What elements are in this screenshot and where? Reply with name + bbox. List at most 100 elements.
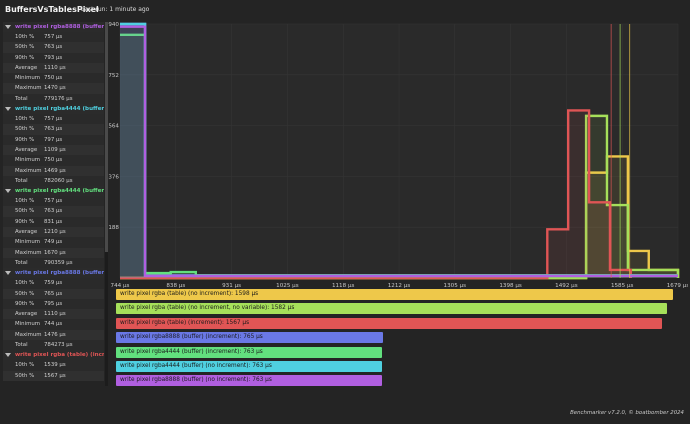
- collapse-triangle-icon[interactable]: [5, 25, 11, 29]
- stat-row: 50th % 763 µs: [3, 124, 104, 135]
- collapse-triangle-icon[interactable]: [5, 189, 11, 194]
- stat-row: Maximum 1470 µs: [3, 83, 104, 94]
- stat-label: Minimum: [15, 321, 40, 328]
- stats-group: write pixel rgba8888 (buffer) (no... 10th…: [3, 22, 104, 105]
- stat-label: Minimum: [15, 239, 40, 246]
- stat-label: Average: [15, 311, 38, 318]
- stat-row: Average 1110 µs: [3, 62, 104, 74]
- result-bar: write pixel rgba8888 (buffer) (no increm…: [116, 375, 382, 387]
- header-bar: BuffersVsTablesPixel Last run: 1 minute …: [0, 0, 690, 20]
- stat-value: 763 µs: [44, 208, 63, 215]
- stat-label: 50th %: [15, 290, 35, 297]
- stat-label: Average: [15, 64, 38, 71]
- stat-label: 10th %: [15, 198, 35, 205]
- stat-value: 750 µs: [44, 157, 63, 164]
- stat-value: 795 µs: [44, 300, 63, 307]
- stat-value: 1110 µs: [44, 64, 66, 71]
- stat-row: Average 1210 µs: [3, 227, 104, 238]
- stat-value: 1109 µs: [44, 146, 66, 153]
- stat-value: 749 µs: [44, 239, 63, 246]
- stat-label: Total: [15, 177, 28, 184]
- stat-value: 782060 µs: [44, 177, 73, 184]
- stat-value: 797 µs: [44, 136, 63, 143]
- stat-label: 90th %: [15, 136, 35, 143]
- stats-group-header[interactable]: write pixel rgba4444 (buffer) (no...: [3, 104, 104, 115]
- stat-value: 1670 µs: [44, 249, 66, 256]
- stat-value: 793 µs: [44, 54, 63, 61]
- y-tick-label: 752: [108, 73, 119, 79]
- collapse-triangle-icon[interactable]: [5, 107, 11, 112]
- stat-label: Average: [15, 229, 38, 236]
- last-run-status: Last run: 1 minute ago: [81, 6, 150, 13]
- stat-row: Total 782060 µs: [3, 175, 104, 187]
- stat-label: 10th %: [15, 116, 35, 123]
- collapse-triangle-icon[interactable]: [5, 271, 11, 276]
- stat-label: Maximum: [15, 331, 42, 338]
- stat-value: 1210 µs: [44, 229, 66, 236]
- stat-row: 10th % 1539 µs: [3, 360, 104, 371]
- result-bar: write pixel rgba (table) (increment): 15…: [116, 317, 662, 329]
- footer-credit: Benchmarker v7.2.0, © boatbomber 2024: [570, 410, 684, 416]
- collapse-triangle-icon[interactable]: [5, 353, 11, 358]
- result-bar: write pixel rgba4444 (buffer) (no increm…: [116, 361, 382, 372]
- stat-row: 50th % 1567 µs: [3, 370, 104, 381]
- stat-row: 10th % 757 µs: [3, 114, 104, 125]
- stats-group-title: write pixel rgba4444 (buffer) (no...: [15, 106, 104, 113]
- stat-row: 90th % 793 µs: [3, 52, 104, 63]
- stat-value: 757 µs: [44, 34, 63, 40]
- result-bar: write pixel rgba (table) (no increment):…: [116, 289, 673, 300]
- stat-row: 90th % 795 µs: [3, 298, 104, 310]
- stat-value: 763 µs: [44, 44, 63, 51]
- stat-label: 10th %: [15, 362, 35, 369]
- stat-label: Minimum: [15, 157, 40, 164]
- stat-value: 1469 µs: [44, 167, 66, 174]
- stat-row: Total 779176 µs: [3, 93, 104, 105]
- stat-value: 1476 µs: [44, 331, 66, 338]
- stat-row: Total 790359 µs: [3, 257, 104, 269]
- stat-row: Average 1109 µs: [3, 144, 104, 156]
- stats-group-header[interactable]: write pixel rgba (table) (increme...: [3, 350, 104, 361]
- stat-row: 50th % 765 µs: [3, 288, 104, 299]
- stat-value: 759 µs: [44, 280, 63, 287]
- stat-value: 1567 µs: [44, 372, 66, 379]
- stat-value: 831 µs: [44, 218, 63, 225]
- stat-value: 779176 µs: [44, 95, 73, 102]
- stat-label: 90th %: [15, 218, 35, 225]
- stat-row: 90th % 831 µs: [3, 216, 104, 228]
- stat-row: Maximum 1469 µs: [3, 165, 104, 176]
- stats-group: write pixel rgba4444 (buffer) (no...10th…: [3, 104, 104, 187]
- result-bar: write pixel rgba (table) (no increment, …: [116, 303, 667, 315]
- stats-group-title: write pixel rgba8888 (buffer) (no...: [15, 24, 104, 30]
- results-bar-list: write pixel rgba (table) (no increment):…: [116, 289, 686, 389]
- stats-group-header[interactable]: write pixel rgba8888 (buffer) (no...: [3, 22, 104, 32]
- stats-group-header[interactable]: write pixel rgba4444 (buffer) (inc...: [3, 186, 104, 197]
- stats-group-title: write pixel rgba4444 (buffer) (inc...: [15, 188, 104, 195]
- stat-label: Total: [15, 259, 28, 266]
- stat-row: Total 784273 µs: [3, 340, 104, 351]
- stats-group: write pixel rgba4444 (buffer) (inc...10t…: [3, 186, 104, 269]
- stat-label: 10th %: [15, 34, 35, 40]
- stat-label: 50th %: [15, 126, 35, 133]
- stat-label: Average: [15, 146, 38, 153]
- stat-row: Average 1110 µs: [3, 309, 104, 320]
- stat-label: 90th %: [15, 54, 35, 61]
- stat-value: 757 µs: [44, 116, 63, 123]
- stat-label: 10th %: [15, 280, 35, 287]
- stat-row: Minimum 750 µs: [3, 73, 104, 84]
- stat-row: Maximum 1670 µs: [3, 247, 104, 258]
- stats-group: write pixel rgba8888 (buffer) (inc...10t…: [3, 268, 104, 351]
- stat-row: Minimum 749 µs: [3, 237, 104, 248]
- stats-group-header[interactable]: write pixel rgba8888 (buffer) (inc...: [3, 268, 104, 279]
- stat-label: Maximum: [15, 249, 42, 256]
- stat-row: Minimum 744 µs: [3, 319, 104, 330]
- stats-group: write pixel rgba (table) (increme...10th…: [3, 350, 104, 381]
- y-tick-label: 376: [108, 174, 119, 180]
- stat-row: 10th % 757 µs: [3, 196, 104, 207]
- stat-label: 50th %: [15, 372, 35, 379]
- stat-value: 1470 µs: [44, 85, 66, 92]
- stat-row: Minimum 750 µs: [3, 155, 104, 166]
- result-bar: write pixel rgba8888 (buffer) (increment…: [116, 332, 383, 344]
- stats-group-title: write pixel rgba (table) (increme...: [15, 352, 104, 359]
- stat-row: 50th % 763 µs: [3, 206, 104, 217]
- stat-value: 790359 µs: [44, 259, 73, 266]
